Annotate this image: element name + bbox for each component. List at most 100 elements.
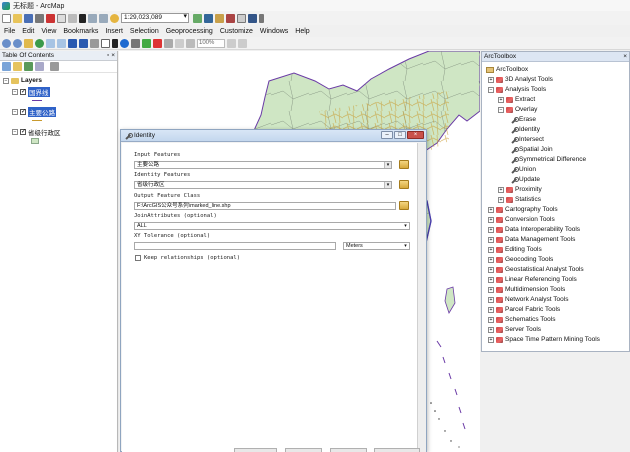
- zoom-in-icon[interactable]: [2, 38, 11, 48]
- expand-icon[interactable]: +: [488, 276, 494, 283]
- toolbox-item-arctoolbox[interactable]: ArcToolbox: [486, 66, 528, 73]
- zoom-combobox[interactable]: 100%: [197, 38, 225, 48]
- catalog-icon[interactable]: [215, 13, 224, 23]
- toolbox-item-overlay[interactable]: − Overlay: [498, 106, 537, 113]
- toolbox-item-linear-referencing-tools[interactable]: + Linear Referencing Tools: [488, 276, 577, 283]
- menu-customize[interactable]: Customize: [220, 28, 253, 35]
- expand-icon[interactable]: +: [498, 196, 504, 203]
- toolbox-item-analysis-tools[interactable]: − Analysis Tools: [488, 86, 546, 93]
- expand-icon[interactable]: +: [488, 246, 494, 253]
- toolbox-item-identity[interactable]: Identity: [510, 126, 540, 133]
- toc-options-icon[interactable]: [50, 62, 59, 71]
- xy-tolerance-units-select[interactable]: Meters ▾: [343, 242, 410, 250]
- list-by-drawing-order-icon[interactable]: [2, 62, 11, 71]
- menu-geoprocessing[interactable]: Geoprocessing: [166, 28, 213, 35]
- toolbox-item-editing-tools[interactable]: + Editing Tools: [488, 246, 542, 253]
- expand-icon[interactable]: +: [488, 236, 494, 243]
- toolbox-item-schematics-tools[interactable]: + Schematics Tools: [488, 316, 555, 323]
- expand-icon[interactable]: +: [488, 336, 494, 343]
- collapse-icon[interactable]: −: [12, 89, 18, 95]
- toolbox-item-proximity[interactable]: + Proximity: [498, 186, 542, 193]
- folder-icon[interactable]: [399, 180, 409, 189]
- toc-layer-national-boundary[interactable]: − ✓ 国界线: [12, 87, 50, 97]
- forward-icon[interactable]: [79, 38, 88, 48]
- collapse-icon[interactable]: −: [12, 129, 18, 135]
- cancel-button[interactable]: [285, 448, 322, 452]
- toolbox-item-data-management-tools[interactable]: + Data Management Tools: [488, 236, 575, 243]
- toolbox-item-cartography-tools[interactable]: + Cartography Tools: [488, 206, 558, 213]
- minimize-icon[interactable]: –: [381, 131, 393, 139]
- toolbar-options-icon[interactable]: [259, 13, 264, 23]
- toolbox-item-network-analyst-tools[interactable]: + Network Analyst Tools: [488, 296, 568, 303]
- toolbox-item-spatial-join[interactable]: Spatial Join: [510, 146, 553, 153]
- collapse-icon[interactable]: −: [3, 77, 9, 84]
- menu-view[interactable]: View: [41, 28, 56, 35]
- keep-relationships-checkbox[interactable]: [135, 255, 141, 261]
- scale-combobox[interactable]: 1:29,023,089: [121, 13, 189, 23]
- expand-icon[interactable]: +: [488, 256, 494, 263]
- toc-layers-root[interactable]: − Layers: [3, 77, 42, 84]
- input-features-combobox[interactable]: 主要公路 ▾: [134, 161, 392, 169]
- collapse-icon[interactable]: −: [488, 86, 494, 93]
- toolbox-item-server-tools[interactable]: + Server Tools: [488, 326, 541, 333]
- toolbox-item-data-interoperability-tools[interactable]: + Data Interoperability Tools: [488, 226, 580, 233]
- save-icon[interactable]: [24, 13, 33, 23]
- expand-icon[interactable]: +: [498, 96, 504, 103]
- toolbox-item-geocoding-tools[interactable]: + Geocoding Tools: [488, 256, 553, 263]
- menu-file[interactable]: File: [4, 28, 15, 35]
- list-by-selection-icon[interactable]: [35, 62, 44, 71]
- toolbox-item-space-time-pattern-mining-tools[interactable]: + Space Time Pattern Mining Tools: [488, 336, 600, 343]
- xy-tolerance-input[interactable]: [134, 242, 336, 250]
- paste-icon[interactable]: [68, 13, 77, 23]
- toc-pin-close[interactable]: ▫ ×: [107, 52, 115, 59]
- toc-layer-provinces[interactable]: − ✓ 省级行政区: [12, 127, 61, 137]
- expand-icon[interactable]: +: [498, 186, 504, 193]
- identity-features-combobox[interactable]: 省级行政区 ▾: [134, 181, 392, 189]
- cut-icon[interactable]: [46, 13, 55, 23]
- select-by-extent-icon[interactable]: [90, 38, 99, 48]
- layer-visibility-checkbox[interactable]: ✓: [20, 89, 26, 95]
- expand-icon[interactable]: +: [488, 296, 494, 303]
- menu-insert[interactable]: Insert: [105, 28, 123, 35]
- layout-page-icon[interactable]: [238, 38, 247, 48]
- toolbox-item-union[interactable]: Union: [510, 166, 536, 173]
- arctoolbox-close[interactable]: ×: [623, 53, 627, 60]
- layer-visibility-checkbox[interactable]: ✓: [20, 109, 26, 115]
- new-document-icon[interactable]: [2, 13, 11, 23]
- model-builder-icon[interactable]: [248, 13, 257, 23]
- collapse-icon[interactable]: −: [498, 106, 504, 113]
- toolbox-item-update[interactable]: Update: [510, 176, 540, 183]
- chevron-down-icon[interactable]: ▾: [402, 243, 409, 249]
- fixed-zoom-in-icon[interactable]: [46, 38, 55, 48]
- toolbox-item-statistics[interactable]: + Statistics: [498, 196, 541, 203]
- menu-selection[interactable]: Selection: [130, 28, 159, 35]
- expand-icon[interactable]: +: [488, 226, 494, 233]
- layout-zoom-icon[interactable]: [186, 38, 195, 48]
- chevron-down-icon[interactable]: ▾: [384, 162, 391, 168]
- toolbox-item-conversion-tools[interactable]: + Conversion Tools: [488, 216, 555, 223]
- folder-icon[interactable]: [399, 160, 409, 169]
- fixed-zoom-out-icon[interactable]: [57, 38, 66, 48]
- print-icon[interactable]: [35, 13, 44, 23]
- menu-windows[interactable]: Windows: [260, 28, 288, 35]
- show-help-button[interactable]: [374, 448, 420, 452]
- editor-icon[interactable]: [193, 13, 202, 23]
- folder-icon[interactable]: [399, 201, 409, 210]
- maximize-icon[interactable]: □: [394, 131, 406, 139]
- collapse-icon[interactable]: −: [12, 109, 18, 115]
- toolbox-item-intersect[interactable]: Intersect: [510, 136, 544, 143]
- select-features-icon[interactable]: [101, 38, 110, 48]
- ok-button[interactable]: [234, 448, 277, 452]
- menu-help[interactable]: Help: [295, 28, 309, 35]
- toolbox-item-erase[interactable]: Erase: [510, 116, 536, 123]
- python-icon[interactable]: [237, 13, 246, 23]
- expand-icon[interactable]: +: [488, 76, 494, 83]
- toc-layer-main-roads[interactable]: − ✓ 主要公路: [12, 107, 56, 117]
- list-by-visibility-icon[interactable]: [24, 62, 33, 71]
- full-extent-icon[interactable]: [35, 38, 44, 48]
- chevron-down-icon[interactable]: ▾: [402, 223, 409, 229]
- redo-icon[interactable]: [99, 13, 108, 23]
- undo-icon[interactable]: [88, 13, 97, 23]
- time-slider-icon[interactable]: [175, 38, 184, 48]
- expand-icon[interactable]: +: [488, 326, 494, 333]
